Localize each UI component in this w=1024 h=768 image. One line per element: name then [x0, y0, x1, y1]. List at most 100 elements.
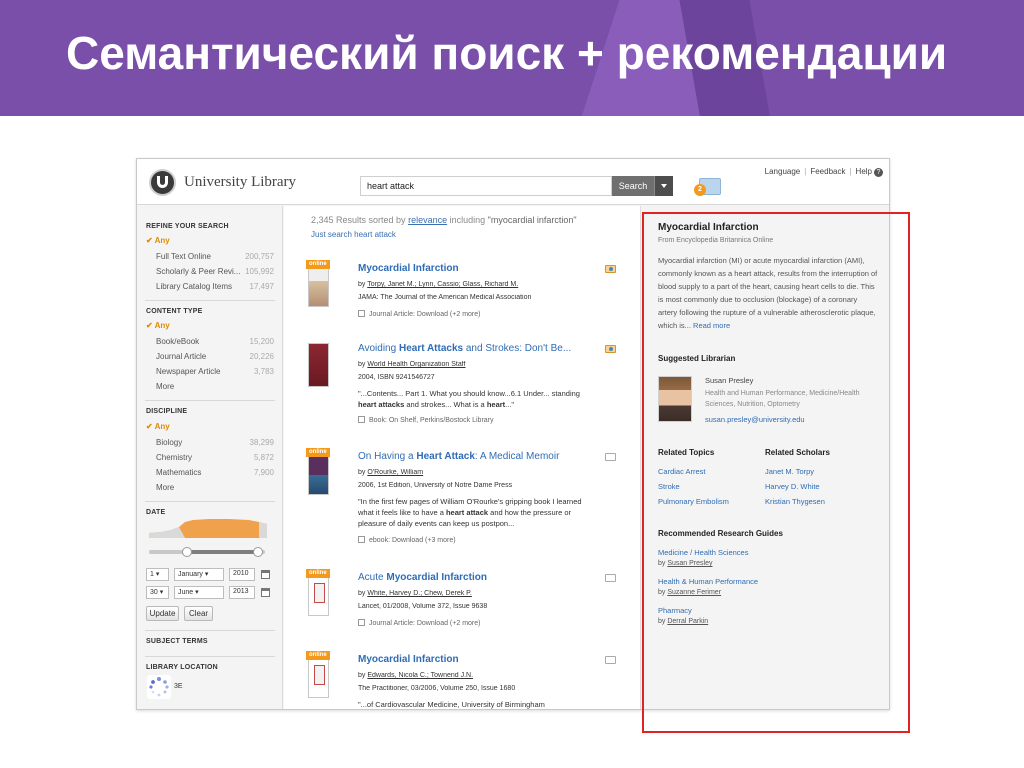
- subject-terms-heading[interactable]: SUBJECT TERMS: [146, 638, 208, 645]
- facet-biology[interactable]: Biology 38,299: [156, 438, 274, 447]
- to-day-select[interactable]: 30 ▾: [146, 586, 169, 599]
- result-source: JAMA: The Journal of the American Medica…: [358, 294, 532, 301]
- update-button[interactable]: Update: [146, 606, 179, 621]
- just-search-link[interactable]: Just search heart attack: [311, 230, 396, 239]
- facet-scholarly-peer-reviewed[interactable]: Scholarly & Peer Revi... 105,992: [156, 267, 274, 276]
- help-link[interactable]: Help: [856, 167, 872, 176]
- slider-start-handle[interactable]: [182, 547, 192, 557]
- from-month-select[interactable]: January ▾: [174, 568, 224, 581]
- discipline-more-link[interactable]: More: [156, 483, 274, 492]
- language-link[interactable]: Language: [765, 167, 801, 176]
- content-type-heading: CONTENT TYPE: [146, 308, 203, 315]
- facet-mathematics[interactable]: Mathematics 7,900: [156, 468, 274, 477]
- result-thumbnail[interactable]: [308, 572, 329, 616]
- save-item-icon[interactable]: [605, 265, 616, 273]
- slider-end-handle[interactable]: [253, 547, 263, 557]
- slide-title: Семантический поиск + рекомендации: [66, 27, 948, 79]
- clear-button[interactable]: Clear: [184, 606, 213, 621]
- result-title-link[interactable]: Myocardial Infarction: [358, 263, 608, 274]
- journal-icon: [358, 310, 365, 317]
- online-badge: online: [306, 260, 330, 269]
- logo-text[interactable]: University Library: [184, 174, 296, 191]
- result-thumbnail[interactable]: [308, 343, 329, 387]
- search-button[interactable]: Search: [612, 176, 654, 196]
- result-source: The Practitioner, 03/2006, Volume 250, I…: [358, 685, 516, 692]
- result-source: 2004, ISBN 9241546727: [358, 374, 435, 381]
- from-year-input[interactable]: 2010: [229, 568, 255, 581]
- university-logo-icon[interactable]: [149, 169, 176, 196]
- save-item-icon[interactable]: [605, 656, 616, 664]
- divider: [145, 300, 275, 301]
- to-month-select[interactable]: June ▾: [174, 586, 224, 599]
- result-snippet: "In the first few pages of William O'Rou…: [358, 497, 582, 528]
- content-more-link[interactable]: More: [156, 382, 274, 391]
- from-day-select[interactable]: 1 ▾: [146, 568, 169, 581]
- result-source: Lancet, 01/2008, Volume 372, Issue 9638: [358, 603, 488, 610]
- slide-header: Семантический поиск + рекомендации: [0, 0, 1024, 116]
- online-badge: online: [306, 651, 330, 660]
- facet-book-ebook[interactable]: Book/eBook 15,200: [156, 337, 274, 346]
- results-list: 2,345 Results sorted by relevance includ…: [284, 206, 640, 709]
- result-title-link[interactable]: On Having a Heart Attack: A Medical Memo…: [358, 451, 608, 462]
- top-bar: University Library Search 2 Language|Fee…: [137, 159, 889, 205]
- content-any-option[interactable]: ✔ Any: [146, 321, 170, 330]
- saved-items-folder-icon[interactable]: 2: [694, 178, 721, 196]
- result-title-link[interactable]: Myocardial Infarction: [358, 654, 608, 665]
- result-format[interactable]: Journal Article: Download (+2 more): [358, 619, 480, 627]
- top-links: Language | Feedback | Help?: [765, 167, 883, 177]
- refine-any-option[interactable]: ✔ Any: [146, 236, 170, 245]
- result-title-link[interactable]: Acute Myocardial Infarction: [358, 572, 608, 583]
- library-location-partial-label: 3E: [174, 683, 183, 690]
- result-authors: by White, Harvey D.; Chew, Derek P.: [358, 590, 472, 597]
- save-item-icon[interactable]: [605, 574, 616, 582]
- help-icon[interactable]: ?: [874, 168, 883, 177]
- calendar-icon[interactable]: [261, 570, 270, 579]
- result-thumbnail[interactable]: [308, 263, 329, 307]
- date-range-slider[interactable]: [149, 547, 265, 557]
- facet-chemistry[interactable]: Chemistry 5,872: [156, 453, 274, 462]
- result-format[interactable]: Book: On Shelf, Perkins/Bostock Library: [358, 416, 494, 424]
- refine-heading: REFINE YOUR SEARCH: [146, 223, 229, 230]
- results-summary: 2,345 Results sorted by relevance includ…: [311, 215, 577, 225]
- calendar-icon[interactable]: [261, 588, 270, 597]
- online-badge: online: [306, 569, 330, 578]
- facet-library-catalog-items[interactable]: Library Catalog Items 17,497: [156, 282, 274, 291]
- result-title-link[interactable]: Avoiding Heart Attacks and Strokes: Don'…: [358, 343, 608, 354]
- facet-full-text-online[interactable]: Full Text Online 200,757: [156, 252, 274, 261]
- save-item-icon[interactable]: [605, 453, 616, 461]
- result-thumbnail[interactable]: [308, 451, 329, 495]
- search-input[interactable]: [360, 176, 612, 196]
- result-authors: by Edwards, Nicola C.; Townend J.N.: [358, 672, 474, 679]
- result-snippet: "...of Cardiovascular Medicine, Universi…: [358, 700, 545, 709]
- search-options-dropdown[interactable]: [654, 176, 673, 196]
- date-heading: DATE: [146, 509, 166, 516]
- result-authors: by Torpy, Janet M.; Lynn, Cassio; Glass,…: [358, 281, 519, 288]
- to-year-input[interactable]: 2013: [229, 586, 255, 599]
- result-item: Avoiding Heart Attacks and Strokes: Don'…: [284, 343, 640, 437]
- refine-sidebar: REFINE YOUR SEARCH ✔ Any Full Text Onlin…: [137, 206, 283, 709]
- facet-journal-article[interactable]: Journal Article 20,226: [156, 352, 274, 361]
- online-badge: online: [306, 448, 330, 457]
- facet-newspaper-article[interactable]: Newspaper Article 3,783: [156, 367, 274, 376]
- library-location-heading[interactable]: LIBRARY LOCATION: [146, 664, 218, 671]
- saved-count-badge: 2: [694, 184, 706, 196]
- result-authors: by World Health Organization Staff: [358, 361, 466, 368]
- date-histogram: [149, 519, 267, 538]
- discipline-any-option[interactable]: ✔ Any: [146, 422, 170, 431]
- result-format[interactable]: ebook: Download (+3 more): [358, 536, 456, 544]
- divider: [145, 501, 275, 502]
- highlight-box: [642, 212, 910, 733]
- result-item: online Myocardial Infarction by Edwards,…: [284, 651, 640, 709]
- ebook-icon: [358, 536, 365, 543]
- result-format[interactable]: Journal Article: Download (+2 more): [358, 310, 480, 318]
- save-item-icon[interactable]: [605, 345, 616, 353]
- result-source: 2006, 1st Edition, University of Notre D…: [358, 482, 513, 489]
- divider: [145, 400, 275, 401]
- result-item: online On Having a Heart Attack: A Medic…: [284, 448, 640, 545]
- result-snippet: "...Contents... Part 1. What you should …: [358, 389, 580, 409]
- loading-spinner-icon: [147, 675, 171, 699]
- feedback-link[interactable]: Feedback: [810, 167, 845, 176]
- result-thumbnail[interactable]: [308, 654, 329, 698]
- divider: [145, 630, 275, 631]
- sort-relevance-link[interactable]: relevance: [408, 215, 447, 225]
